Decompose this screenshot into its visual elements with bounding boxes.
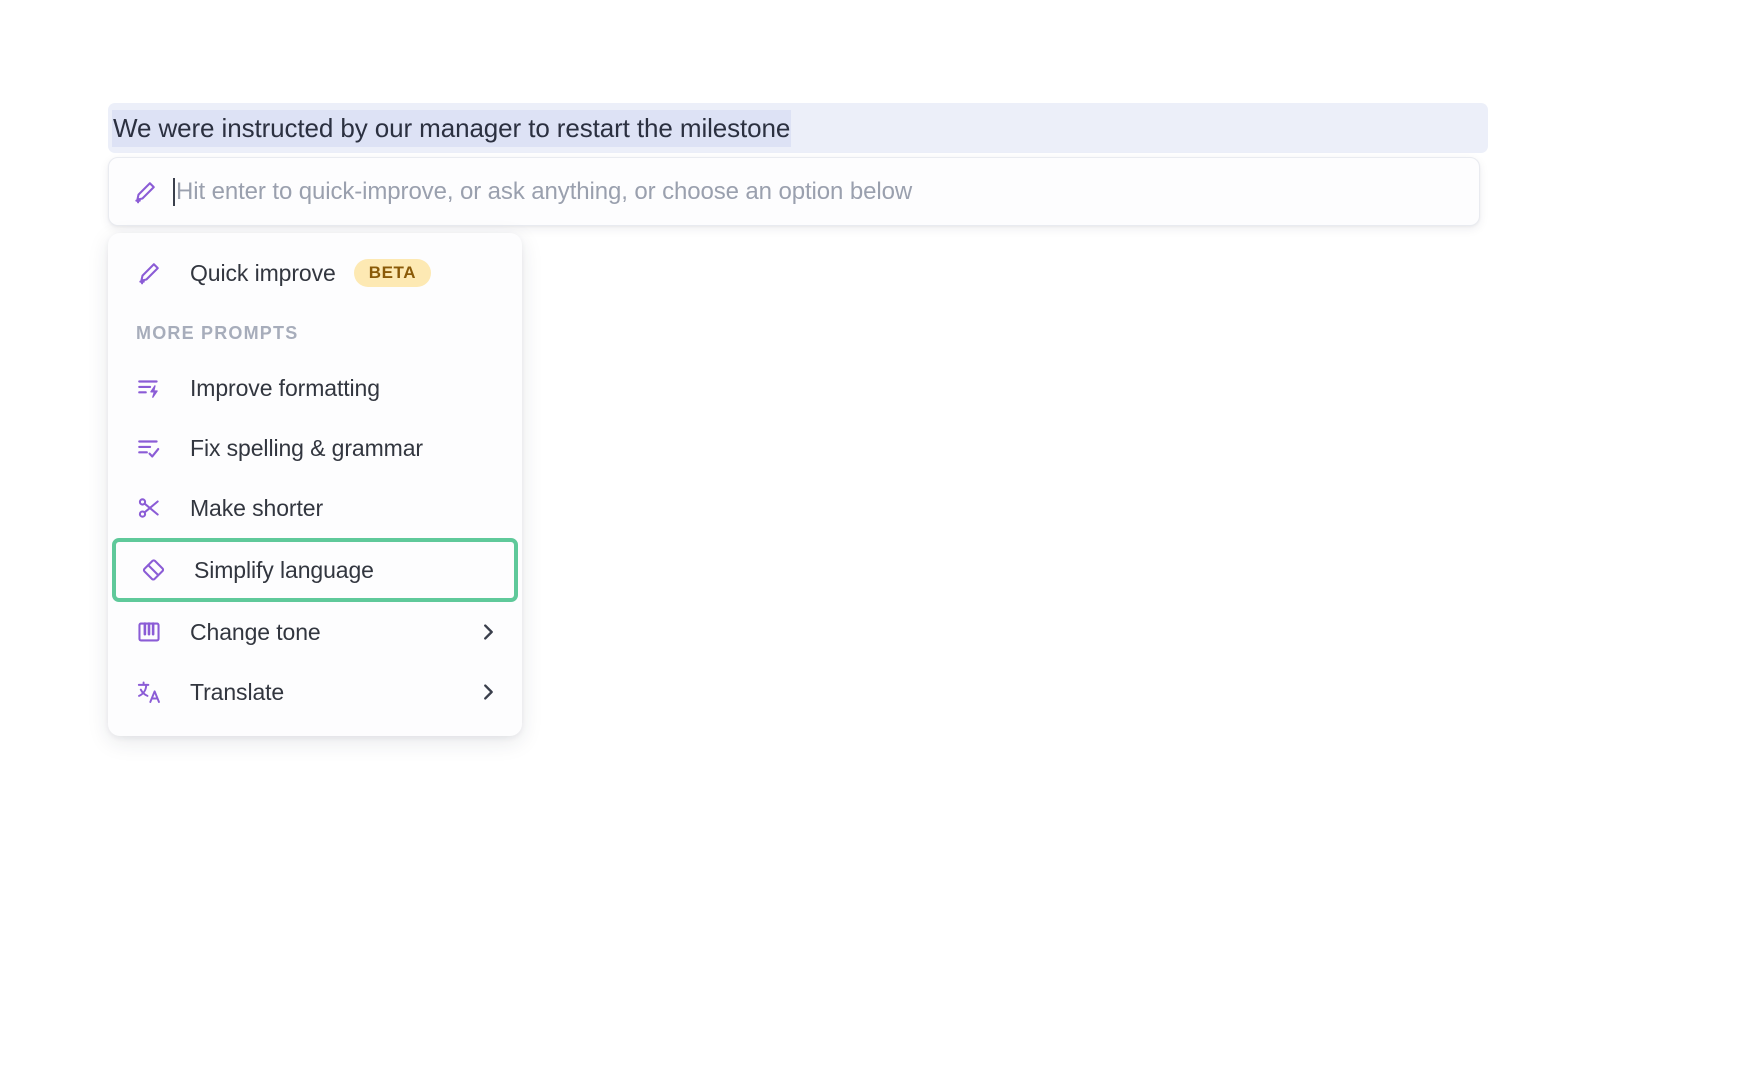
menu-item-improve-formatting[interactable]: Improve formatting xyxy=(108,358,522,418)
magic-pen-icon xyxy=(131,178,159,206)
menu-item-quick-improve[interactable]: Quick improve BETA xyxy=(108,243,522,303)
menu-item-simplify-language[interactable]: Simplify language xyxy=(112,538,518,602)
menu-item-make-shorter[interactable]: Make shorter xyxy=(108,478,522,538)
menu-item-label: Fix spelling & grammar xyxy=(190,434,423,461)
chevron-right-icon[interactable] xyxy=(476,620,500,644)
piano-keys-icon xyxy=(134,617,164,647)
spellcheck-icon xyxy=(134,433,164,463)
menu-item-label: Improve formatting xyxy=(190,374,380,401)
menu-item-label: Make shorter xyxy=(190,494,324,521)
menu-item-label: Simplify language xyxy=(194,556,374,583)
menu-item-translate[interactable]: Translate xyxy=(108,662,522,722)
eraser-icon xyxy=(138,555,168,585)
more-prompts-header: MORE PROMPTS xyxy=(136,323,299,343)
chevron-right-icon[interactable] xyxy=(476,680,500,704)
menu-item-fix-spelling-grammar[interactable]: Fix spelling & grammar xyxy=(108,418,522,478)
source-text-bar: We were instructed by our manager to res… xyxy=(108,103,1488,153)
menu-item-label: Change tone xyxy=(190,618,321,645)
magic-pen-icon xyxy=(134,258,164,288)
menu-item-label: Translate xyxy=(190,678,285,705)
ai-prompt-menu: Quick improve BETA MORE PROMPTS Improve … xyxy=(108,233,522,736)
translate-icon xyxy=(134,677,164,707)
beta-badge: BETA xyxy=(353,259,432,287)
text-caret xyxy=(173,177,175,206)
menu-item-label: Quick improve xyxy=(190,259,336,286)
selected-text: We were instructed by our manager to res… xyxy=(112,109,792,147)
menu-item-change-tone[interactable]: Change tone xyxy=(108,602,522,662)
format-lightning-icon xyxy=(134,373,164,403)
scissors-icon xyxy=(134,493,164,523)
prompt-placeholder-text: Hit enter to quick-improve, or ask anyth… xyxy=(176,177,913,205)
ai-prompt-input[interactable]: Hit enter to quick-improve, or ask anyth… xyxy=(108,157,1480,226)
